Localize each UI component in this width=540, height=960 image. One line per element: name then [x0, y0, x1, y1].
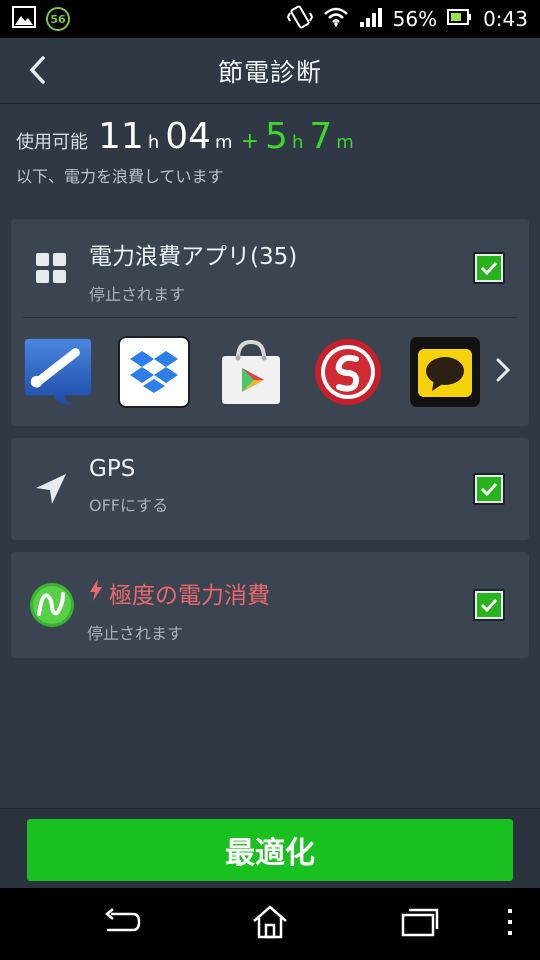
- gallery-icon: [12, 6, 36, 32]
- apps-card-title: 電力浪費アプリ(35): [89, 244, 298, 270]
- gps-card: GPS OFFにする: [11, 438, 529, 540]
- signal-icon: [359, 6, 383, 33]
- app-n-icon: [29, 582, 75, 628]
- recent-apps-icon: [400, 907, 440, 941]
- app-header: 節電診断: [0, 38, 540, 104]
- extra-minutes-unit: m: [336, 132, 354, 153]
- apps-icon-strip: [11, 318, 529, 426]
- extra-hours-unit: h: [291, 132, 304, 153]
- chevron-left-icon: [27, 55, 49, 89]
- gps-row[interactable]: GPS OFFにする: [11, 438, 529, 540]
- power-wasting-apps-row[interactable]: 電力浪費アプリ(35) 停止されます: [11, 219, 529, 317]
- chevron-right-icon: [495, 357, 511, 387]
- location-arrow-icon: [31, 469, 71, 509]
- nav-menu-button[interactable]: [490, 906, 530, 942]
- vibrate-icon: [286, 5, 313, 34]
- minutes-unit: m: [215, 132, 233, 153]
- minutes-value: 04: [165, 116, 212, 157]
- more-vertical-icon: [506, 907, 514, 941]
- check-icon: [477, 477, 501, 501]
- usage-label: 使用可能: [16, 132, 88, 153]
- gps-card-title: GPS: [89, 456, 136, 482]
- nav-back-button[interactable]: [99, 906, 143, 942]
- power-wasting-apps-card: 電力浪費アプリ(35) 停止されます: [11, 219, 529, 426]
- bottom-action-area: 最適化: [0, 808, 540, 888]
- hours-value: 11: [98, 116, 144, 157]
- check-icon: [477, 593, 501, 617]
- page-title: 節電診断: [217, 57, 322, 87]
- apps-card-subtitle: 停止されます: [89, 285, 186, 304]
- snapdragon-icon[interactable]: [312, 336, 384, 408]
- notification-badge: 56: [46, 7, 70, 31]
- extreme-power-subtitle: 停止されます: [87, 624, 184, 643]
- apps-next-button[interactable]: [489, 354, 517, 390]
- extreme-power-checkbox[interactable]: [473, 589, 505, 621]
- sony-chat-icon[interactable]: [409, 336, 481, 408]
- extreme-power-title-line: 極度の電力消費: [89, 576, 270, 610]
- gps-checkbox[interactable]: [473, 473, 505, 505]
- hours-unit: h: [147, 132, 160, 153]
- apps-checkbox[interactable]: [473, 252, 505, 284]
- optimize-button[interactable]: 最適化: [27, 819, 513, 881]
- play-store-icon[interactable]: [215, 336, 287, 408]
- wifi-icon: [323, 6, 349, 33]
- usage-time-line: 使用可能 11 h 04 m + 5 h 7 m: [16, 116, 524, 157]
- baseball-app-icon[interactable]: [21, 336, 93, 408]
- back-arrow-icon: [101, 908, 141, 940]
- home-icon: [251, 905, 289, 943]
- extra-hours-value: 5: [265, 116, 288, 157]
- clock: 0:43: [483, 7, 528, 31]
- status-bar: 56 56% 0:43: [0, 0, 540, 38]
- nav-home-button[interactable]: [248, 905, 292, 943]
- summary-subtitle: 以下、電力を浪費しています: [16, 167, 224, 186]
- dropbox-icon[interactable]: [118, 336, 190, 408]
- extreme-power-title: 極度の電力消費: [109, 583, 270, 609]
- gps-card-subtitle: OFFにする: [89, 496, 169, 515]
- battery-icon: [447, 7, 473, 31]
- plus-sign: +: [240, 129, 260, 154]
- lightning-icon: [89, 579, 103, 607]
- extra-minutes-value: 7: [309, 116, 333, 157]
- grid-icon: [31, 248, 71, 288]
- nav-recent-apps-button[interactable]: [398, 906, 442, 942]
- extreme-power-card: 極度の電力消費 停止されます: [11, 552, 529, 658]
- battery-summary: 使用可能 11 h 04 m + 5 h 7 m 以下、電力を浪費しています: [16, 116, 524, 187]
- check-icon: [477, 256, 501, 280]
- navigation-bar: [0, 888, 540, 960]
- extreme-power-row[interactable]: 極度の電力消費 停止されます: [11, 552, 529, 658]
- back-button[interactable]: [18, 52, 58, 92]
- battery-percent: 56%: [392, 7, 438, 31]
